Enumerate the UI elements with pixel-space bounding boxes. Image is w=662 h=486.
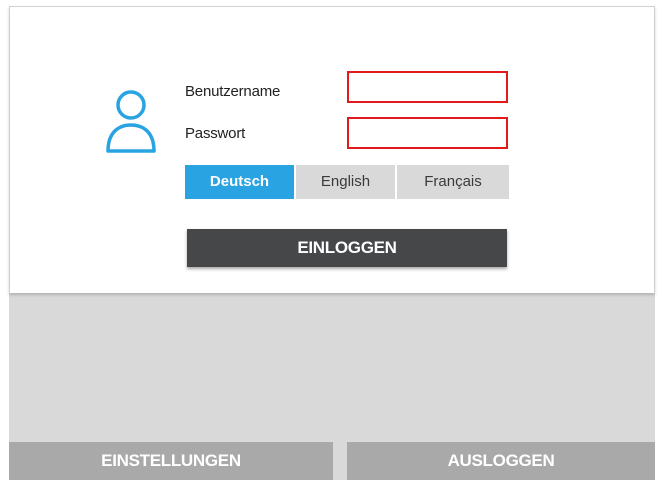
logout-button[interactable]: AUSLOGGEN xyxy=(347,442,655,480)
language-option-francais[interactable]: Français xyxy=(395,165,509,199)
username-input[interactable] xyxy=(347,71,508,103)
login-button[interactable]: EINLOGGEN xyxy=(187,229,507,267)
language-option-deutsch[interactable]: Deutsch xyxy=(185,165,294,199)
password-input[interactable] xyxy=(347,117,508,149)
app-frame: Benutzername Passwort Deutsch English Fr… xyxy=(9,6,655,480)
user-icon xyxy=(106,90,156,153)
language-option-english[interactable]: English xyxy=(294,165,395,199)
password-label: Passwort xyxy=(185,125,246,142)
settings-button[interactable]: EINSTELLUNGEN xyxy=(9,442,333,480)
username-label: Benutzername xyxy=(185,83,281,100)
login-panel: Benutzername Passwort Deutsch English Fr… xyxy=(9,6,655,293)
language-selector: Deutsch English Français xyxy=(185,165,509,199)
